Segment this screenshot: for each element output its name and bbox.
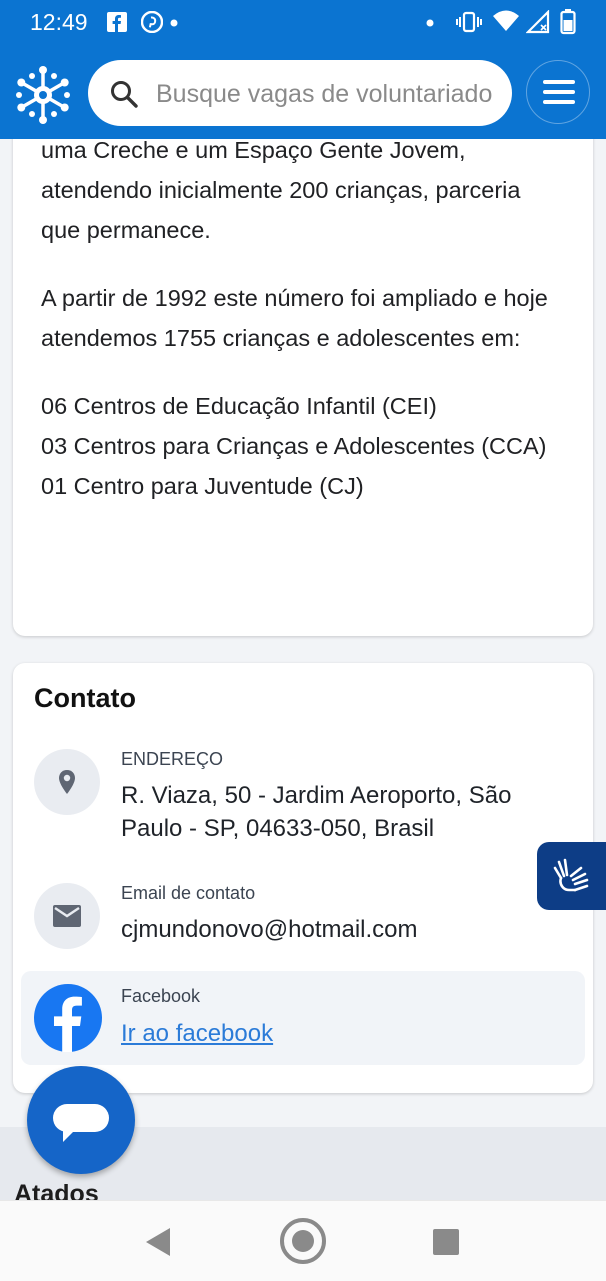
vibrate-icon <box>456 11 482 33</box>
logo-snowflake-icon[interactable] <box>12 64 74 126</box>
sign-language-icon <box>553 858 589 892</box>
center-item: 01 Centro para Juventude (CJ) <box>41 473 364 499</box>
mail-icon <box>53 905 81 927</box>
centers-list: 06 Centros de Educação Infantil (CEI) 03… <box>41 386 566 506</box>
email-label: Email de contato <box>121 883 256 903</box>
facebook-label: Facebook <box>121 986 201 1006</box>
search-box[interactable] <box>88 60 512 126</box>
address-icon-circle <box>34 749 100 815</box>
about-paragraph: uma Creche e um Espaço Gente Jovem, aten… <box>41 137 521 243</box>
address-row: ENDEREÇO R. Viaza, 50 - Jardim Aeroporto… <box>21 747 585 847</box>
search-input[interactable] <box>154 72 508 116</box>
menu-button[interactable] <box>526 60 590 124</box>
center-item: 03 Centros para Crianças e Adolescentes … <box>41 433 547 459</box>
about-card: uma Creche e um Espaço Gente Jovem, aten… <box>13 100 593 636</box>
home-button[interactable] <box>280 1218 326 1264</box>
facebook-logo-icon[interactable] <box>34 984 102 1052</box>
address-value: R. Viaza, 50 - Jardim Aeroporto, São Pau… <box>121 782 512 842</box>
contact-title: Contato <box>34 683 136 713</box>
wifi-icon <box>493 10 519 31</box>
email-icon-circle <box>34 883 100 949</box>
app-header <box>0 46 606 139</box>
back-button[interactable] <box>146 1228 170 1256</box>
search-icon <box>111 81 138 108</box>
facebook-icon <box>107 12 127 32</box>
status-time: 12:49 <box>30 9 88 35</box>
menu-icon <box>543 80 575 84</box>
email-row: Email de contato cjmundonovo@hotmail.com <box>21 881 585 951</box>
contact-card: Contato ENDEREÇO R. Viaza, 50 - Jardim A… <box>13 663 593 1093</box>
system-nav-bar <box>0 1200 606 1281</box>
facebook-row[interactable]: Facebook Ir ao facebook <box>21 971 585 1065</box>
pinterest-icon <box>141 11 163 33</box>
location-pin-icon <box>59 770 75 794</box>
chat-button[interactable] <box>27 1066 135 1174</box>
center-item: 06 Centros de Educação Infantil (CEI) <box>41 393 437 419</box>
about-paragraph: A partir de 1992 este número foi ampliad… <box>41 285 548 351</box>
accessibility-button[interactable] <box>537 842 606 910</box>
recent-apps-button[interactable] <box>433 1229 459 1255</box>
email-value[interactable]: cjmundonovo@hotmail.com <box>121 913 571 946</box>
about-text: uma Creche e um Espaço Gente Jovem, aten… <box>41 130 566 506</box>
facebook-link[interactable]: Ir ao facebook <box>121 1017 571 1050</box>
dot-icon <box>170 19 178 27</box>
address-label: ENDEREÇO <box>121 749 224 769</box>
dot-icon <box>426 19 434 27</box>
signal-icon <box>526 10 550 34</box>
battery-icon <box>560 9 576 35</box>
chat-icon <box>53 1104 109 1132</box>
status-bar: 12:49 <box>0 0 606 46</box>
